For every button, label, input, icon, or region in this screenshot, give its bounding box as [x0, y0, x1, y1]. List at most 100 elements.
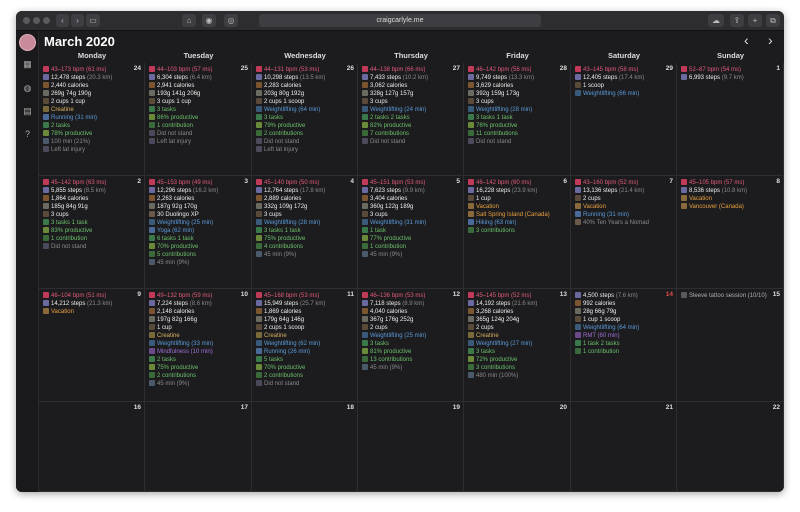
entry-lift: Weightlifting (28 min) — [468, 106, 570, 114]
day-cell[interactable]: 2 45–142 bpm (63 ms) 5,855 steps (8.5 km) 1… — [39, 176, 145, 289]
day-cell[interactable]: 20 — [464, 402, 571, 492]
day-number: 12 — [452, 291, 460, 298]
day-cell[interactable]: 12 46–136 bpm (53 ms) 7,118 steps (8.9 km)… — [358, 289, 464, 402]
lift-icon — [256, 219, 262, 225]
help-icon[interactable]: ? — [22, 129, 33, 140]
day-cell[interactable]: 7 43–160 bpm (52 ms) 13,136 steps (21.4 km… — [571, 176, 677, 289]
entry-contrib: 1 contribution — [575, 348, 676, 356]
shield-icon[interactable]: ◉ — [202, 14, 216, 27]
prod-icon — [43, 227, 49, 233]
vac-icon — [468, 203, 474, 209]
cal-icon — [362, 308, 368, 314]
tabs-overview-icon[interactable]: ⧉ — [766, 14, 780, 27]
day-cell[interactable]: 10 49–132 bpm (59 ms) 7,224 steps (8.6 km)… — [145, 289, 252, 402]
day-number: 21 — [665, 404, 673, 411]
clipboard-icon[interactable]: ▤ — [22, 106, 33, 117]
day-cell[interactable]: 24 43–173 bpm (61 ms) 12,478 steps (20.3 k… — [39, 63, 145, 176]
day-cell[interactable]: 22 — [677, 402, 784, 492]
close-window-icon[interactable] — [23, 17, 30, 24]
entry-macro: 179g 64g 146g — [256, 316, 357, 324]
avatar[interactable] — [19, 34, 36, 51]
entry-steps: 13,136 steps (21.4 km) — [575, 187, 676, 195]
back-icon[interactable]: ‹ — [56, 14, 69, 27]
entry-text: 81% productive — [370, 349, 412, 355]
entry-text: Weightlifting — [583, 91, 616, 97]
address-bar[interactable]: craigcarlyle.me — [259, 14, 541, 27]
entry-lift: Weightlifting (31 min) — [362, 219, 463, 227]
lift-icon — [468, 340, 474, 346]
run-icon — [468, 219, 474, 225]
entry-macro: 332g 109g 172g — [256, 203, 357, 211]
entry-text: 3 contributions — [476, 365, 516, 371]
day-cell[interactable]: 21 — [571, 402, 677, 492]
day-cell[interactable]: 4 45–140 bpm (50 ms) 12,764 steps (17.8 km… — [252, 176, 358, 289]
contrib-icon — [468, 130, 474, 136]
entry-steps: 14,192 steps (21.6 km) — [468, 300, 570, 308]
day-cell[interactable]: 16 — [39, 402, 145, 492]
entry-detail: (33 min) — [189, 341, 214, 347]
entry-mind: Mindfulness (10 min) — [149, 348, 251, 356]
cup-icon — [256, 98, 262, 104]
forward-icon[interactable]: › — [71, 14, 84, 27]
day-cell[interactable]: 19 — [358, 402, 464, 492]
sidebar-toggle-icon[interactable]: ▭ — [86, 14, 100, 27]
entry-detail: (62 min) — [296, 341, 321, 347]
day-cell[interactable]: 14 4,500 steps (7.6 km) 992 calories 28g 66… — [571, 289, 677, 402]
day-cell[interactable]: 27 44–138 bpm (66 ms) 7,433 steps (10.2 km… — [358, 63, 464, 176]
entry-cal: 3,629 calories — [468, 82, 570, 90]
home-icon[interactable]: ⌂ — [182, 14, 196, 27]
day-cell[interactable]: 25 44–103 bpm (57 ms) 6,304 steps (6.4 km)… — [145, 63, 252, 176]
steps-icon — [362, 74, 368, 80]
next-month-button[interactable]: › — [768, 32, 773, 48]
entry-contrib: 1 contribution — [43, 235, 144, 243]
entry-text: 193g 141g 206g — [157, 91, 201, 97]
minimize-window-icon[interactable] — [33, 17, 40, 24]
calendar-icon[interactable]: ▦ — [22, 59, 33, 70]
entry-detail: bpm (53 ms) — [390, 180, 426, 186]
entry-text: 1,864 calories — [51, 196, 89, 202]
entry-detail: (63 min) — [492, 220, 517, 226]
entry-detail: bpm (53 ms) — [284, 67, 320, 73]
entry-task: 3 tasks — [362, 340, 463, 348]
day-cell[interactable]: 28 46–142 bpm (56 ms) 9,749 steps (13.3 km… — [464, 63, 571, 176]
day-cell[interactable]: 26 44–131 bpm (53 ms) 10,298 steps (13.5 k… — [252, 63, 358, 176]
share-icon[interactable]: ⇪ — [730, 14, 744, 27]
day-cell[interactable]: 3 45–153 bpm (49 ms) 12,296 steps (16.2 km… — [145, 176, 252, 289]
entry-cal: 2,283 calories — [256, 82, 357, 90]
entry-detail: (31 min) — [73, 115, 98, 121]
entry-lift: Weightlifting (25 min) — [149, 219, 251, 227]
day-number: 10 — [240, 291, 248, 298]
day-cell[interactable]: 13 45–145 bpm (52 ms) 14,192 steps (21.6 k… — [464, 289, 571, 402]
day-cell[interactable]: 9 46–104 bpm (51 ms) 14,212 steps (21.3 km… — [39, 289, 145, 402]
day-cell[interactable]: 5 45–151 bpm (53 ms) 7,623 steps (9.9 km) 3… — [358, 176, 464, 289]
entry-steps: 12,405 steps (17.4 km) — [575, 74, 676, 82]
entry-macro: 187g 92g 170g — [149, 203, 251, 211]
cloud-icon[interactable]: ☁ — [708, 14, 724, 27]
lift-icon — [575, 324, 581, 330]
day-cell[interactable]: 6 46–142 bpm (60 ms) 16,228 steps (23.9 km… — [464, 176, 571, 289]
day-cell[interactable]: 18 — [252, 402, 358, 492]
zoom-window-icon[interactable] — [43, 17, 50, 24]
steps-icon — [575, 74, 581, 80]
globe-nav-icon[interactable]: ◍ — [22, 83, 33, 94]
day-cell[interactable]: 11 45–168 bpm (53 ms) 15,949 steps (25.7 k… — [252, 289, 358, 402]
prev-month-button[interactable]: ‹ — [744, 32, 749, 48]
stand-icon — [43, 146, 49, 152]
day-cell[interactable]: 1 52–87 bpm (54 ms) 6,993 steps (9.7 km) — [677, 63, 784, 176]
macro-icon — [362, 203, 368, 209]
globe-icon[interactable]: ◎ — [224, 14, 238, 27]
hr-icon — [43, 66, 49, 72]
new-tab-icon[interactable]: + — [748, 14, 762, 27]
day-cell[interactable]: 17 — [145, 402, 252, 492]
macro-icon — [43, 90, 49, 96]
entry-cal: 2,889 calories — [256, 195, 357, 203]
entry-cup: 1 cup — [468, 195, 570, 203]
run-icon — [575, 211, 581, 217]
entry-cup: 3 cups — [362, 211, 463, 219]
day-number: 22 — [772, 404, 780, 411]
day-cell[interactable]: 29 43–145 bpm (58 ms) 12,405 steps (17.4 k… — [571, 63, 677, 176]
entry-run: Hiking (63 min) — [468, 219, 570, 227]
day-cell[interactable]: 15 Sleeve tattoo session (10/10) — [677, 289, 784, 402]
entry-text: 2 cups 1 cup — [51, 99, 86, 105]
day-cell[interactable]: 8 45–105 bpm (57 ms) 8,536 steps (10.8 km)… — [677, 176, 784, 289]
